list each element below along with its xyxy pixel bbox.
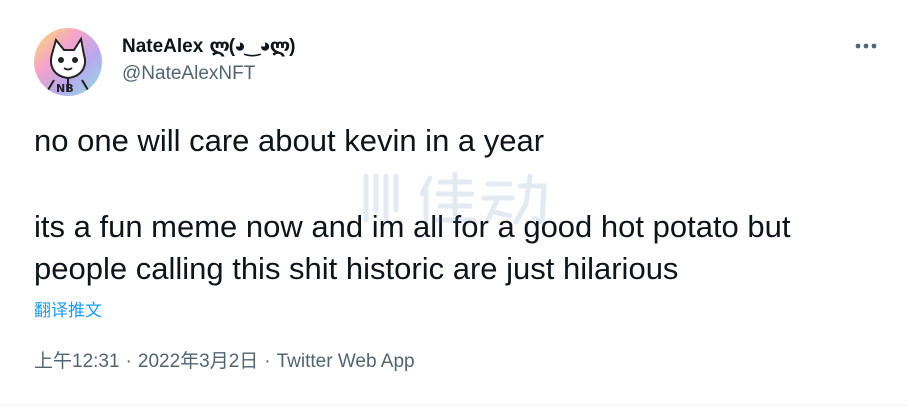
more-options-icon bbox=[855, 43, 877, 49]
translate-tweet-link[interactable]: 翻译推文 bbox=[34, 296, 102, 321]
tweet-date[interactable]: 2022年3月2日 bbox=[138, 351, 258, 372]
display-name[interactable]: NateAlex ლ(◕‿◕ლ) bbox=[122, 35, 296, 58]
tweet-time[interactable]: 上午12:31 bbox=[34, 351, 120, 372]
separator: · bbox=[125, 351, 132, 372]
svg-text:NB: NB bbox=[56, 82, 74, 95]
more-options-button[interactable] bbox=[846, 34, 886, 58]
tweet-metadata: 上午12:31 · 2022年3月2日 · Twitter Web App bbox=[34, 346, 415, 373]
display-name-text: NateAlex bbox=[122, 36, 204, 57]
tweet-text-line: people calling this shit historic are ju… bbox=[34, 251, 679, 286]
user-handle[interactable]: @NateAlexNFT bbox=[122, 63, 255, 85]
separator: · bbox=[264, 351, 271, 372]
name-emoji: ლ(◕‿◕ლ) bbox=[209, 36, 295, 57]
avatar[interactable]: NB bbox=[34, 28, 102, 96]
tweet-source[interactable]: Twitter Web App bbox=[277, 351, 415, 372]
tweet-card: NB NateAlex ლ(◕‿◕ლ) @NateAlexNFT no one w… bbox=[0, 0, 908, 406]
tweet-text-line: its a fun meme now and im all for a good… bbox=[34, 209, 791, 244]
tweet-text-line: no one will care about kevin in a year bbox=[34, 123, 545, 158]
nft-cat-avatar-icon: NB bbox=[34, 28, 102, 96]
